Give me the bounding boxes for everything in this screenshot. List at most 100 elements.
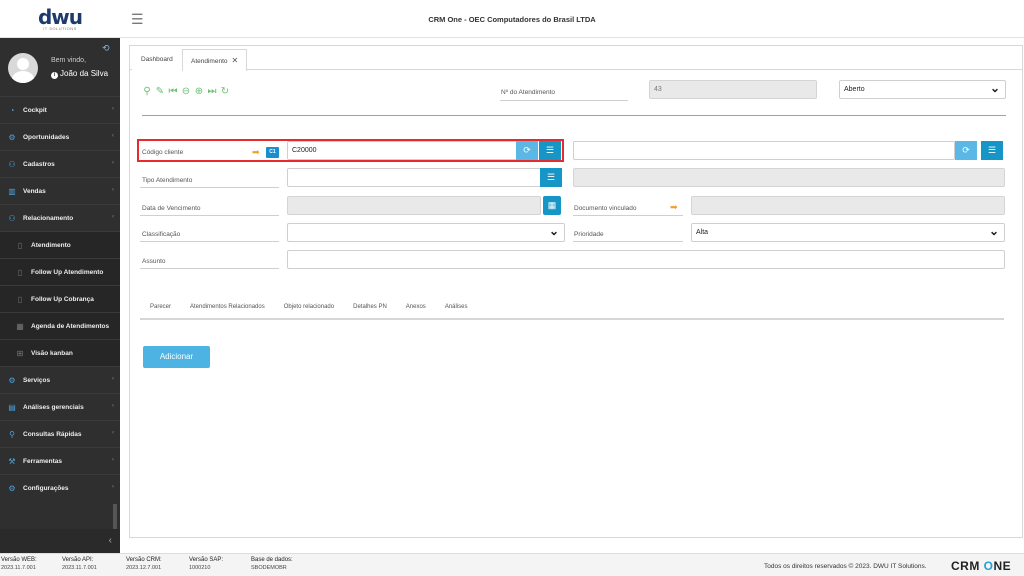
user-icon: ⚇ [8,159,16,169]
first-record-icon[interactable]: ⏮ [168,87,178,97]
prioridade-label: Prioridade [574,231,604,238]
clipboard-icon: ▤ [8,402,16,412]
sidebar-item-vis-o-kanban[interactable]: ⊞ Visão kanban [0,339,120,366]
numero-atendimento-field: 43 [649,80,817,99]
documento-vinculado-label: Documento vinculado [574,205,637,212]
chevron-left-icon: ‹ [112,403,114,409]
grid-icon: ⊞ [16,348,24,358]
subtab-atendimentos-relacionados[interactable]: Atendimentos Relacionados [180,300,274,318]
refresh-icon[interactable]: ↻ [220,87,230,97]
version-value: 2023.11.7.001 [62,565,97,571]
subtab-parecer[interactable]: Parecer [140,300,180,318]
sidebar-footer: ‹ [0,529,120,553]
tipo-atendimento-list-button[interactable]: ☰ [540,168,562,187]
info-icon: i [51,72,58,79]
cliente-refresh-button[interactable]: ⟳ [955,141,977,160]
version-api: Versão API: 2023.11.7.001 [62,557,97,571]
brand-logo: CRM ONE [951,559,1011,573]
search-icon[interactable]: ⚲ [142,87,152,97]
next-record-icon[interactable]: ⊕ [194,87,204,97]
adicionar-button[interactable]: Adicionar [143,346,210,368]
sidebar-item-servi-os[interactable]: ⚙ Serviços ‹ [0,366,120,393]
subtab-analises[interactable]: Análises [435,300,477,318]
close-tab-icon[interactable]: ✕ [232,56,239,65]
document-icon: ▯ [17,267,23,277]
user-name[interactable]: i João da Silva [51,69,108,79]
sidebar-item-configura-es[interactable]: ⚙ Configurações ‹ [0,474,120,501]
sidebar-item-label: Consultas Rápidas [23,430,82,438]
cliente-list-button[interactable]: ☰ [981,141,1003,160]
prioridade-select[interactable]: Alta [691,223,1005,242]
numero-atendimento-underline [500,100,628,101]
classificacao-underline [140,241,279,242]
sidebar-item-label: Serviços [23,376,51,384]
sidebar-item-follow-up-cobran-a[interactable]: ▯ Follow Up Cobrança [0,285,120,312]
version-value: 2023.11.7.001 [1,565,36,571]
sidebar-item-vendas[interactable]: ▥ Vendas ‹ [0,177,120,204]
sidebar-item-an-lises-gerenciais[interactable]: ▤ Análises gerenciais ‹ [0,393,120,420]
welcome-text: Bem vindo, [51,57,87,64]
version-key: Versão API: [62,557,94,563]
sidebar-item-atendimento[interactable]: ▯ Atendimento [0,231,120,258]
chevron-left-icon: ‹ [112,214,114,220]
collapse-sidebar-icon[interactable]: ‹ [109,535,112,546]
sidebar-item-relacionamento[interactable]: ⚇ Relacionamento ‹ [0,204,120,231]
calendar-icon: ▦ [16,321,24,331]
sidebar-item-label: Follow Up Atendimento [31,268,104,276]
version-key: Versão WEB: [1,557,37,563]
sidebar-item-label: Análises gerenciais [23,403,84,411]
sidebar-item-label: Visão kanban [31,349,73,357]
subtab-objeto-relacionado[interactable]: Objeto relacionado [274,300,343,318]
status-select[interactable]: Aberto [839,80,1006,99]
sidebar-item-label: Vendas [23,187,46,195]
tab-atendimento[interactable]: Atendimento ✕ [182,49,248,71]
version-sap: Versão SAP: 1000210 [189,557,223,571]
edit-icon[interactable]: ✎ [155,87,165,97]
chevron-left-icon: ‹ [112,457,114,463]
documento-vinculado-input [691,196,1005,215]
numero-atendimento-label: Nº do Atendimento [501,89,556,96]
version-key: Versão SAP: [189,557,224,563]
subtab-detalhes-pn[interactable]: Detalhes PN [343,300,396,318]
tab-dashboard[interactable]: Dashboard [132,49,182,71]
assunto-label: Assunto [142,258,166,265]
documento-arrow-icon[interactable]: ➡ [670,202,678,213]
sidebar-menu: ◔ Cockpit ‹ ⚙ Oportunidades ‹ ⚇ Cadastros ‹ ▥ Vend… [0,96,120,501]
chevron-left-icon: ‹ [112,160,114,166]
sidebar-item-label: Configurações [23,484,69,492]
calendar-icon[interactable]: ▦ [543,196,561,215]
sidebar-item-cockpit[interactable]: ◔ Cockpit ‹ [0,96,120,123]
document-icon: ▯ [17,240,23,250]
tab-dashboard-label: Dashboard [141,56,173,63]
version-value: 1000210 [189,565,211,571]
sidebar-item-oportunidades[interactable]: ⚙ Oportunidades ‹ [0,123,120,150]
cliente-nome-input[interactable] [573,141,955,160]
previous-record-icon[interactable]: ⊖ [181,87,191,97]
avatar [8,53,38,83]
sidebar-item-cadastros[interactable]: ⚇ Cadastros ‹ [0,150,120,177]
sidebar-item-agenda-de-atendimentos[interactable]: ▦ Agenda de Atendimentos [0,312,120,339]
sidebar-item-ferramentas[interactable]: ⚒ Ferramentas ‹ [0,447,120,474]
sidebar-item-label: Follow Up Cobrança [31,295,94,303]
sidebar-item-consultas-r-pidas[interactable]: ⚲ Consultas Rápidas ‹ [0,420,120,447]
sidebar: Bem vindo, i João da Silva ⟲ ◔ Cockpit ‹ ⚙ Op… [0,38,120,553]
assunto-underline [140,268,279,269]
classificacao-label: Classificação [142,231,181,238]
sidebar-item-label: Atendimento [31,241,71,249]
data-vencimento-label: Data de Vencimento [142,205,201,212]
gear-icon: ⚙ [8,375,16,385]
chevron-left-icon: ‹ [112,187,114,193]
subtab-anexos[interactable]: Anexos [396,300,435,318]
tab-atendimento-label: Atendimento [191,58,228,65]
sidebar-item-follow-up-atendimento[interactable]: ▯ Follow Up Atendimento [0,258,120,285]
last-record-icon[interactable]: ⏭ [207,87,217,97]
users-icon: ⚇ [8,213,16,223]
tipo-atendimento-input[interactable] [287,168,541,187]
tipo-atendimento-description [573,168,1005,187]
database-name: Base de dados: SBODEMOBR [251,557,293,571]
header-divider [142,115,1006,116]
classificacao-select[interactable] [287,223,565,242]
logout-icon[interactable]: ⟲ [102,43,110,54]
sidebar-item-label: Relacionamento [23,214,74,222]
assunto-input[interactable] [287,250,1005,269]
